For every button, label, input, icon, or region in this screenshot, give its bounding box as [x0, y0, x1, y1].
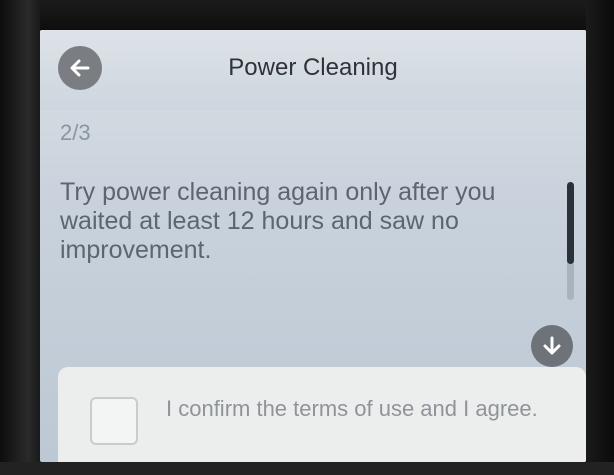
- device-bezel-top: [0, 0, 614, 30]
- device-bezel-right: [586, 0, 614, 475]
- page-title: Power Cleaning: [228, 54, 398, 81]
- device-bezel-bottom: [0, 462, 614, 475]
- scrollbar-thumb[interactable]: [567, 182, 574, 264]
- confirm-label: I confirm the terms of use and I agree.: [166, 396, 538, 421]
- device-bezel-left: [0, 0, 40, 475]
- instruction-message: Try power cleaning again only after you …: [60, 178, 496, 264]
- lcd-screen: Power Cleaning 2/3 Try power cleaning ag…: [40, 30, 586, 462]
- header-bar: Power Cleaning: [40, 30, 586, 110]
- scroll-down-button[interactable]: [531, 325, 573, 367]
- arrow-down-icon: [543, 336, 561, 355]
- confirm-panel: I confirm the terms of use and I agree.: [58, 367, 586, 462]
- confirm-checkbox[interactable]: [90, 397, 138, 445]
- step-indicator: 2/3: [60, 120, 91, 145]
